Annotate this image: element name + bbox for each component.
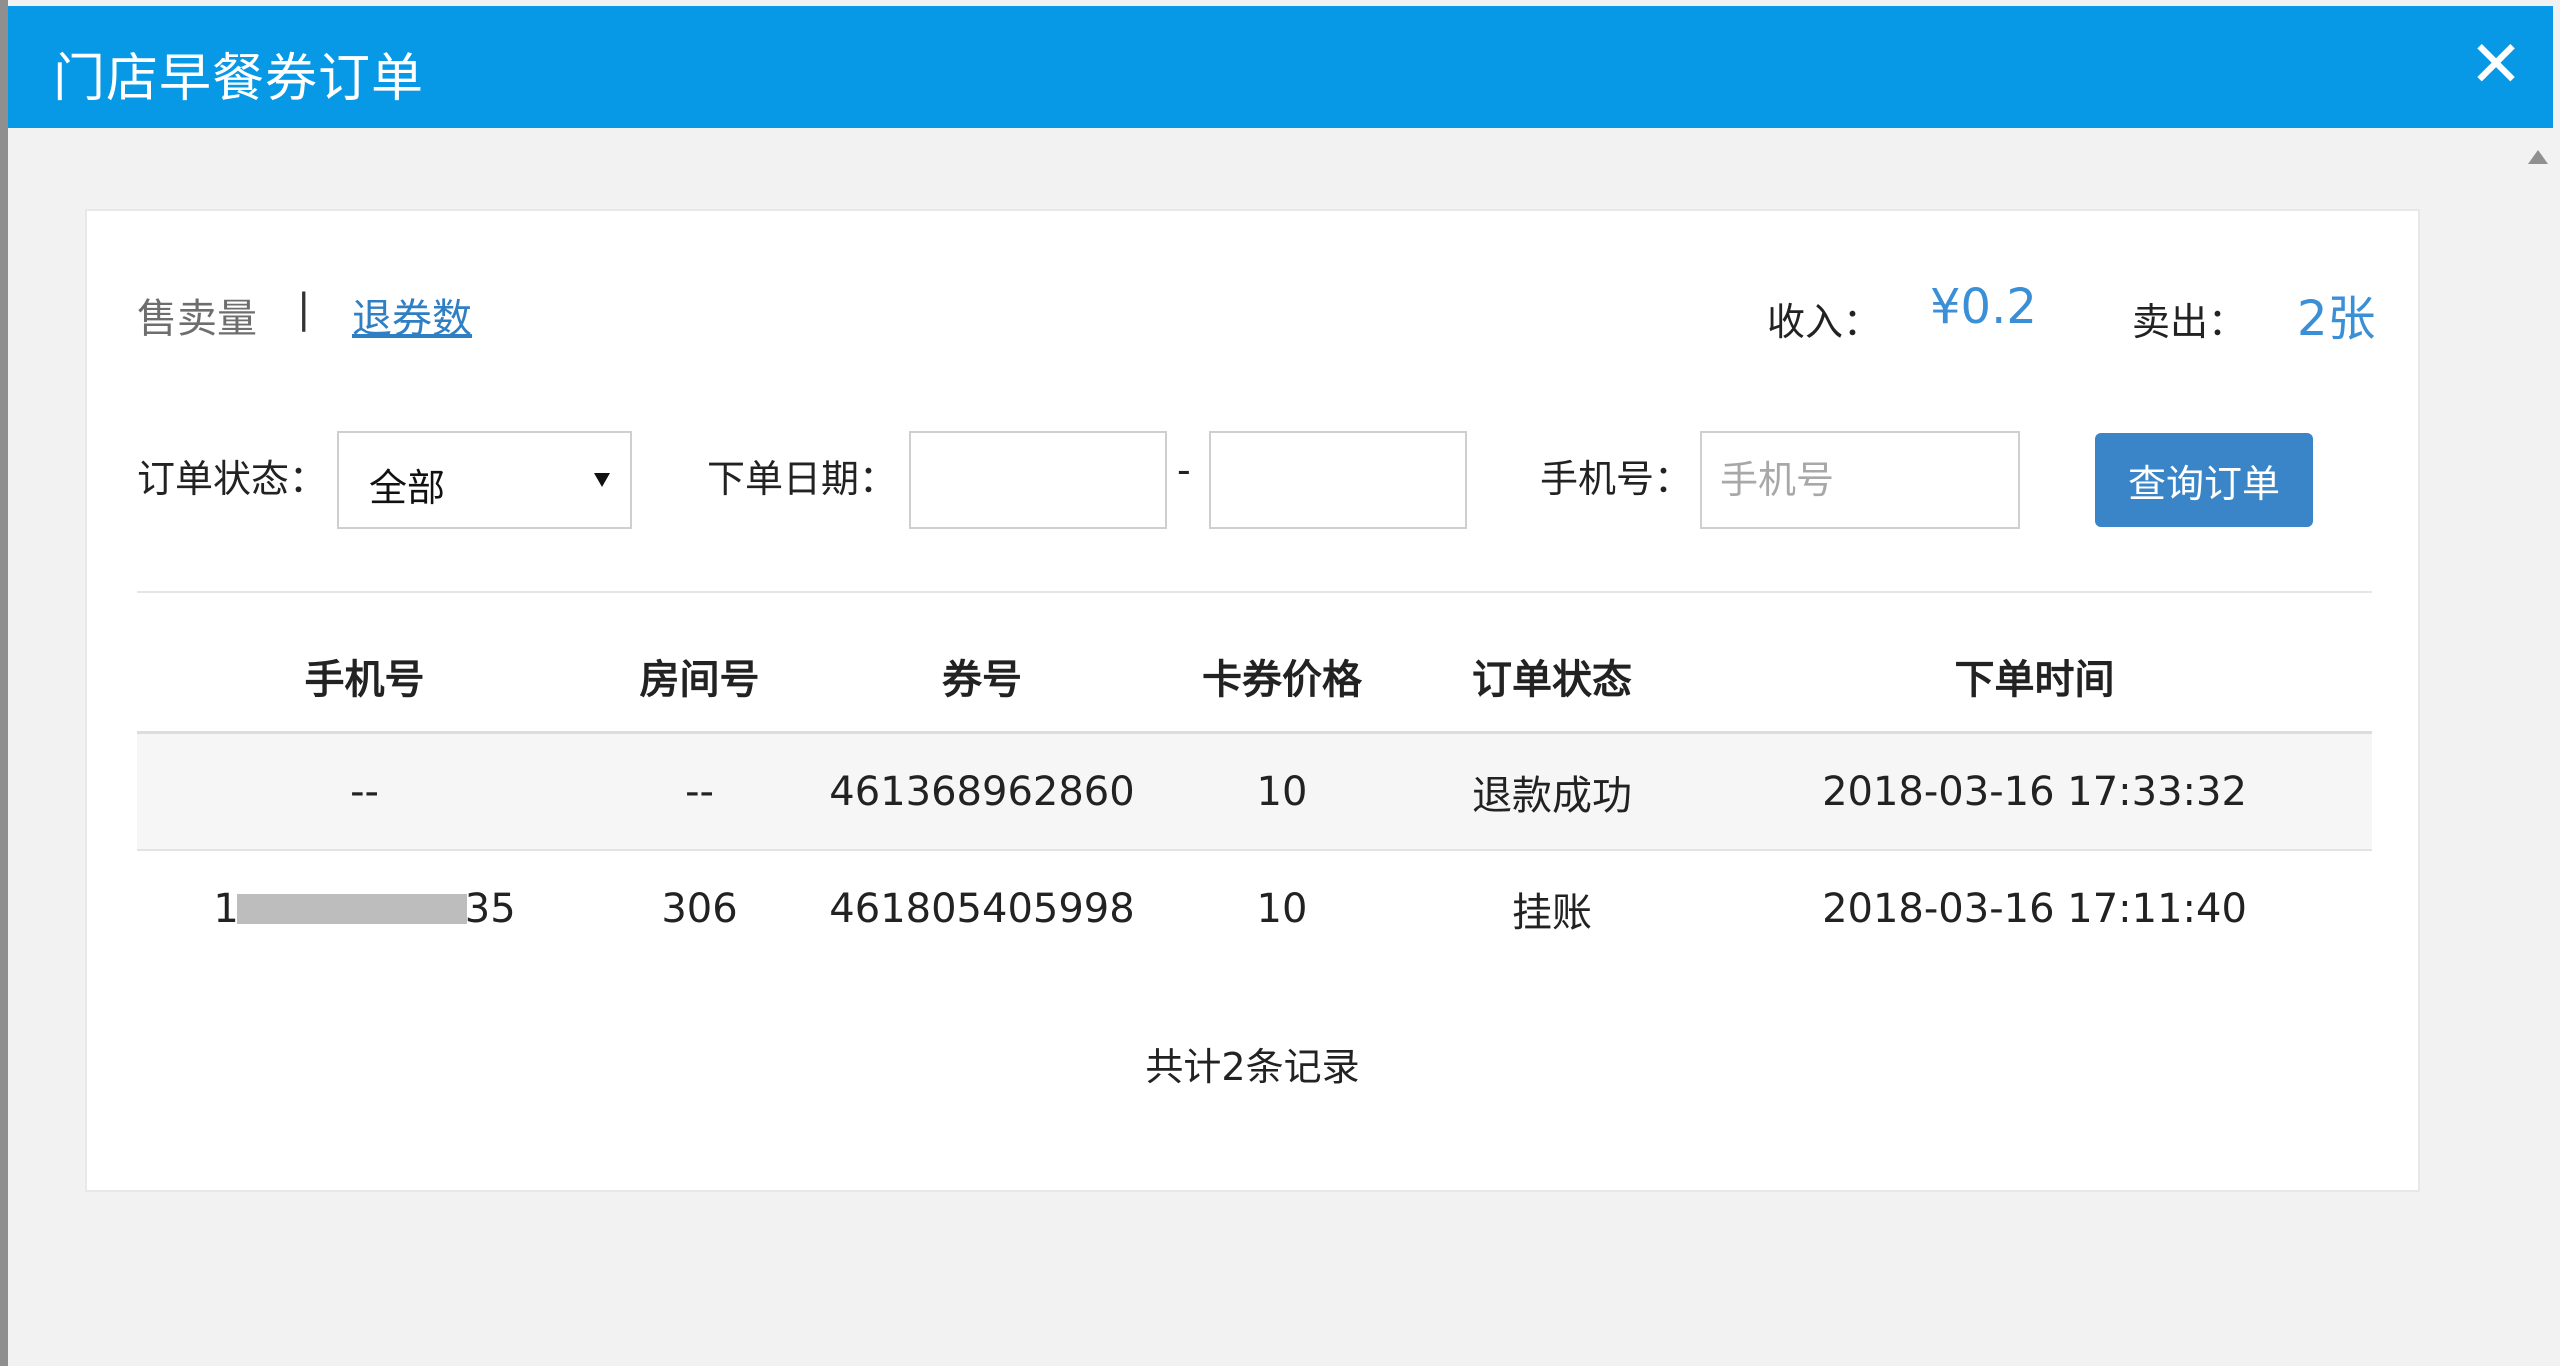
window-left-edge xyxy=(0,0,8,1366)
income-value: ¥0.2 xyxy=(1930,279,2037,335)
scrollbar[interactable] xyxy=(2520,128,2560,1366)
income-label: 收入： xyxy=(1767,300,1882,344)
cell-phone-masked: 1 35 xyxy=(137,851,592,966)
close-icon: ✕ xyxy=(2469,28,2523,102)
date-range-separator: - xyxy=(1177,448,1191,492)
cell-status: 挂账 xyxy=(1512,889,1592,936)
phone-suffix: 35 xyxy=(464,885,516,932)
table-row: 1 35 306 461805405998 10 挂账 2018-03-16 17… xyxy=(137,851,2372,966)
redaction-bar xyxy=(236,893,467,924)
orders-panel: 售卖量 | 退券数 收入： ¥0.2 卖出： 2张 订单状态： 全部 下单日期：… xyxy=(85,209,2420,1192)
phone-input[interactable] xyxy=(1700,431,2020,529)
divider xyxy=(137,591,2372,593)
record-count: 共计2条记录 xyxy=(1145,1045,1360,1089)
tab-separator: | xyxy=(297,286,311,332)
order-date-start-input[interactable] xyxy=(909,431,1167,529)
order-status-label: 订单状态： xyxy=(137,457,328,501)
cell-phone: -- xyxy=(350,768,379,815)
cell-coupon: 461368962860 xyxy=(829,768,1135,815)
close-button[interactable]: ✕ xyxy=(2461,30,2531,100)
phone-label: 手机号： xyxy=(1540,457,1693,501)
orders-table: 手机号 房间号 券号 卡券价格 订单状态 下单时间 -- -- 46136896… xyxy=(137,621,2372,966)
header-time: 下单时间 xyxy=(1954,657,2115,703)
cell-room: -- xyxy=(685,768,714,815)
order-date-end-input[interactable] xyxy=(1209,431,1467,529)
table-header-row: 手机号 房间号 券号 卡券价格 订单状态 下单时间 xyxy=(137,621,2372,734)
modal-title-bar: 门店早餐券订单 ✕ xyxy=(8,6,2553,128)
header-phone: 手机号 xyxy=(304,657,425,703)
scroll-up-arrow-icon[interactable] xyxy=(2528,150,2548,164)
table-row: -- -- 461368962860 10 退款成功 2018-03-16 17… xyxy=(137,734,2372,851)
phone-prefix: 1 xyxy=(213,885,239,932)
order-status-value: 全部 xyxy=(369,466,446,510)
cell-price: 10 xyxy=(1256,768,1308,815)
sold-label: 卖出： xyxy=(2132,300,2247,344)
query-orders-button[interactable]: 查询订单 xyxy=(2095,433,2313,527)
cell-status: 退款成功 xyxy=(1472,772,1632,819)
cell-room: 306 xyxy=(661,885,738,932)
cell-time: 2018-03-16 17:11:40 xyxy=(1822,885,2247,932)
header-coupon: 券号 xyxy=(942,657,1022,703)
header-price: 卡券价格 xyxy=(1202,657,1362,703)
cell-coupon: 461805405998 xyxy=(829,885,1135,932)
tab-refund-count[interactable]: 退券数 xyxy=(352,286,472,344)
order-date-label: 下单日期： xyxy=(707,457,898,501)
cell-price: 10 xyxy=(1256,885,1308,932)
cell-time: 2018-03-16 17:33:32 xyxy=(1822,768,2247,815)
modal-title: 门店早餐券订单 xyxy=(53,49,425,109)
header-room: 房间号 xyxy=(639,657,760,703)
dropdown-arrow-icon xyxy=(594,473,610,487)
header-status: 订单状态 xyxy=(1472,657,1632,703)
sold-value: 2张 xyxy=(2297,291,2376,347)
order-status-select[interactable]: 全部 xyxy=(337,431,632,529)
tab-sales-volume[interactable]: 售卖量 xyxy=(137,286,257,344)
